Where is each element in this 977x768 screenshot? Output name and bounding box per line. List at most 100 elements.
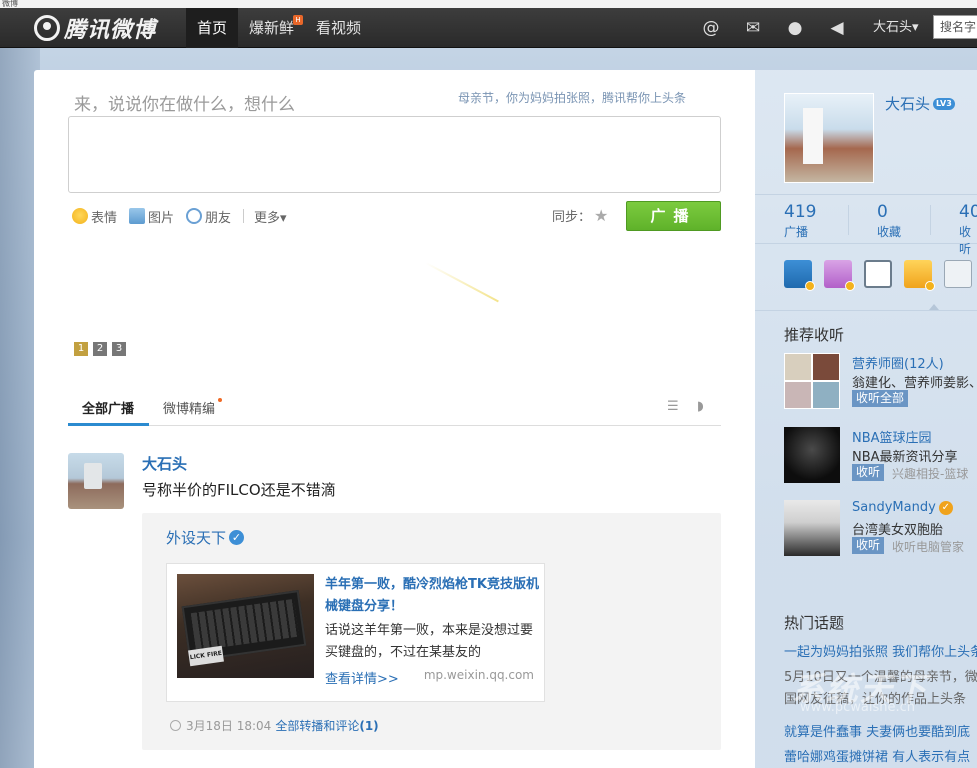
more-button[interactable]: 更多▾ bbox=[254, 207, 287, 226]
recommend-item: 营养师圈(12人) 翁建化、营养师姜影、 收听全部 bbox=[784, 353, 977, 411]
photo-app-icon[interactable] bbox=[824, 260, 855, 291]
nav-user-menu[interactable]: 大石头▾ bbox=[873, 8, 919, 48]
user-icon[interactable]: ● bbox=[784, 17, 806, 39]
recommend-title: 推荐收听 bbox=[784, 326, 845, 344]
tab-fresh-label: 爆新鲜 bbox=[249, 19, 295, 37]
member-thumb bbox=[784, 381, 812, 409]
stat-following[interactable]: 40 收听 bbox=[959, 203, 977, 257]
recommend-item: SandyMandy ✓ 台湾美女双胞胎 收听 收听电脑管家 bbox=[784, 500, 977, 558]
at-icon[interactable]: @ bbox=[700, 17, 722, 39]
recommend-name-text: 营养师圈(12人) bbox=[852, 357, 944, 372]
follow-button[interactable]: 收听 bbox=[852, 537, 885, 554]
verified-icon: ✓ bbox=[229, 530, 245, 545]
friend-button[interactable]: 朋友 bbox=[186, 207, 231, 226]
new-dot bbox=[218, 398, 223, 402]
emoji-label: 表情 bbox=[91, 210, 118, 226]
post-author[interactable]: 大石头 bbox=[142, 453, 187, 474]
banner-pager: 1 2 3 bbox=[74, 342, 131, 356]
watermark-url: www.pcwaishe.cn bbox=[800, 700, 915, 715]
logo-icon bbox=[34, 15, 60, 41]
list-view-icon[interactable]: ☰ bbox=[667, 400, 681, 414]
sync-control: 同步： ★ bbox=[552, 206, 608, 225]
repost-comments-label: 全部转播和评论 bbox=[275, 719, 360, 733]
recommend-name[interactable]: NBA篮球庄园 bbox=[852, 427, 932, 446]
follow-button[interactable]: 收听 bbox=[852, 464, 885, 481]
friend-label: 朋友 bbox=[205, 210, 232, 226]
mail-icon[interactable]: ✉ bbox=[742, 17, 764, 39]
nba-avatar[interactable] bbox=[784, 427, 840, 483]
topic-link[interactable]: 一起为妈妈拍张照 我们帮你上头条 bbox=[784, 641, 977, 660]
top-navbar: 腾讯微博 首页 爆新鲜 H 看视频 @ ✉ ● ◀ 大石头▾ 搜名字 bbox=[0, 8, 977, 48]
recommend-reason: 收听电脑管家 bbox=[892, 540, 965, 554]
page-2[interactable]: 2 bbox=[93, 342, 107, 356]
compose-tip[interactable]: 母亲节，你为妈妈拍张照，腾讯帮你上头条 bbox=[458, 89, 686, 106]
main-panel: 来，说说你在做什么，想什么 母亲节，你为妈妈拍张照，腾讯帮你上头条 表情 图片 … bbox=[34, 70, 755, 768]
emoji-button[interactable]: 表情 bbox=[72, 207, 117, 226]
topic-link[interactable]: 就算是件蠢事 夫妻俩也要酷到底 bbox=[784, 721, 970, 740]
tab-fresh[interactable]: 爆新鲜 H bbox=[238, 8, 305, 48]
stat-favorites[interactable]: 0 收藏 bbox=[877, 203, 901, 240]
shield-icon[interactable]: ◗ bbox=[697, 400, 711, 414]
recommend-reason: 兴趣相投-篮球 bbox=[892, 467, 969, 481]
recommend-desc: 翁建化、营养师姜影、 bbox=[852, 376, 977, 391]
hot-badge: H bbox=[293, 15, 304, 25]
sync-label: 同步： bbox=[552, 210, 592, 225]
logo[interactable]: 腾讯微博 bbox=[34, 14, 156, 43]
more-label: 更多▾ bbox=[254, 210, 287, 226]
member-thumb bbox=[784, 353, 812, 381]
speaker-icon[interactable]: ◀ bbox=[826, 17, 848, 39]
card-source: mp.weixin.qq.com bbox=[423, 668, 534, 682]
verified-icon: ✓ bbox=[938, 500, 953, 515]
tab-all-broadcast[interactable]: 全部广播 bbox=[82, 398, 134, 417]
post-avatar[interactable] bbox=[68, 453, 124, 509]
stat-following-num: 40 bbox=[959, 202, 977, 222]
topic-link[interactable]: 蕾哈娜鸡蛋摊饼裙 有人表示有点 bbox=[784, 746, 970, 765]
stat-broadcast-num: 419 bbox=[784, 202, 817, 222]
level-badge: LV3 bbox=[933, 97, 955, 110]
member-thumb bbox=[812, 381, 840, 409]
compose-textarea[interactable] bbox=[68, 116, 721, 193]
repost-meta: 3月18日 18:04 全部转播和评论(1) bbox=[170, 717, 379, 734]
recommend-desc: 台湾美女双胞胎 bbox=[852, 523, 944, 538]
active-tab-underline bbox=[68, 423, 149, 426]
repost-author[interactable]: 外设天下 ✓ bbox=[166, 527, 245, 548]
tab-selected[interactable]: 微博精编 bbox=[163, 398, 223, 417]
tab-video-label: 看视频 bbox=[316, 19, 362, 37]
star-icon[interactable]: ★ bbox=[594, 206, 608, 225]
profile-avatar[interactable] bbox=[784, 93, 874, 183]
sidebar-divider bbox=[755, 310, 977, 311]
sandymandy-avatar[interactable] bbox=[784, 500, 840, 556]
phone-app-icon[interactable] bbox=[784, 260, 815, 291]
more-app-icon[interactable] bbox=[944, 260, 972, 288]
profile-name[interactable]: 大石头 LV3 bbox=[885, 93, 955, 114]
repost-comments-count: (1) bbox=[359, 719, 379, 733]
page-3[interactable]: 3 bbox=[112, 342, 126, 356]
member-thumb bbox=[812, 353, 840, 381]
refresh-app-icon[interactable] bbox=[864, 260, 892, 288]
recommend-name[interactable]: 营养师圈(12人) bbox=[852, 353, 944, 372]
tab-video[interactable]: 看视频 bbox=[305, 8, 372, 48]
stat-following-label: 收听 bbox=[959, 225, 972, 256]
repost-time[interactable]: 3月18日 18:04 bbox=[186, 717, 271, 734]
card-more-link[interactable]: 查看详情>> bbox=[325, 668, 399, 687]
tab-all-label: 全部广播 bbox=[82, 402, 135, 417]
card-title[interactable]: 羊年第一败，酷冷烈焰枪TK竞技版机械键盘分享！ bbox=[325, 574, 539, 618]
follow-all-button[interactable]: 收听全部 bbox=[852, 390, 909, 407]
post-text: 号称半价的FILCO还是不错滴 bbox=[142, 481, 336, 499]
page-1[interactable]: 1 bbox=[74, 342, 88, 356]
search-input[interactable]: 搜名字 bbox=[933, 15, 977, 39]
image-button[interactable]: 图片 bbox=[129, 207, 174, 226]
image-icon bbox=[129, 208, 146, 224]
keyboard-image[interactable]: LICK FIRE bbox=[177, 574, 314, 678]
group-avatar[interactable] bbox=[784, 353, 840, 409]
link-card[interactable]: LICK FIRE 羊年第一败，酷冷烈焰枪TK竞技版机械键盘分享！ 话说这羊年第… bbox=[166, 563, 545, 702]
hot-topics-title: 热门话题 bbox=[784, 614, 845, 632]
post-button[interactable]: 广播 bbox=[626, 201, 721, 231]
recommend-name[interactable]: SandyMandy ✓ bbox=[852, 500, 953, 515]
tab-home[interactable]: 首页 bbox=[186, 8, 239, 48]
repost-comments-link[interactable]: 全部转播和评论(1) bbox=[275, 717, 378, 734]
recommend-item: NBA篮球庄园 NBA最新资讯分享 收听 兴趣相投-篮球 bbox=[784, 427, 977, 485]
nav-tabs: 首页 爆新鲜 H 看视频 bbox=[186, 8, 372, 48]
game-app-icon[interactable] bbox=[904, 260, 935, 291]
stat-broadcast[interactable]: 419 广播 bbox=[784, 203, 816, 240]
